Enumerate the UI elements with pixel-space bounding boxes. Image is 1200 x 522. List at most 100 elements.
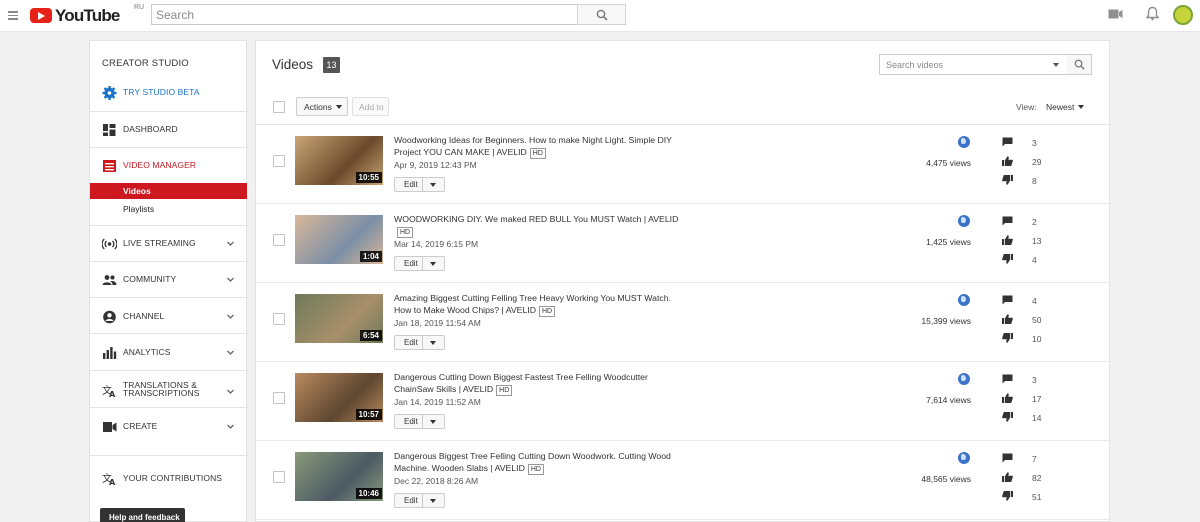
sidebar-item-label: TRANSLATIONS & TRANSCRIPTIONS: [123, 380, 200, 398]
video-views: 15,399 views: [921, 316, 971, 326]
dislikes-stat: 8: [1002, 175, 1062, 187]
help-and-feedback-button[interactable]: Help and feedback: [100, 508, 185, 522]
sidebar-item-video-manager[interactable]: VIDEO MANAGER: [90, 155, 248, 177]
sidebar-item-channel[interactable]: CHANNEL: [90, 306, 248, 328]
comments-stat[interactable]: 3: [1002, 137, 1062, 149]
video-row: 10:57 Dangerous Cutting Down Biggest Fast…: [256, 362, 1111, 441]
video-thumbnail[interactable]: 10:46: [295, 452, 383, 501]
video-row: 10:46 Dangerous Biggest Tree Felling Cutt…: [256, 441, 1111, 520]
top-bar: YouTube RU Search: [0, 0, 1200, 32]
divider: [90, 111, 248, 112]
video-thumbnail[interactable]: 10:57: [295, 373, 383, 422]
avatar[interactable]: [1173, 5, 1193, 25]
chevron-down-icon[interactable]: [227, 240, 234, 247]
hd-badge: HD: [496, 385, 513, 396]
hd-badge: HD: [397, 227, 414, 238]
video-thumbnail[interactable]: 10:55: [295, 136, 383, 185]
sidebar-subitem-label: Playlists: [123, 204, 155, 214]
video-checkbox[interactable]: [273, 234, 285, 246]
video-manager-panel: Videos 13 Search videos Actions Add to V…: [255, 40, 1111, 522]
actions-dropdown[interactable]: Actions: [296, 97, 348, 116]
sidebar-item-analytics[interactable]: ANALYTICS: [90, 342, 248, 364]
video-thumbnail[interactable]: 1:04: [295, 215, 383, 264]
hd-badge: HD: [538, 306, 556, 317]
create-icon: [103, 422, 117, 432]
comment-count: 3: [1032, 138, 1037, 148]
dislike-count: 4: [1032, 255, 1037, 265]
sidebar-item-community[interactable]: COMMUNITY: [90, 269, 248, 291]
comments-stat[interactable]: 3: [1002, 374, 1062, 386]
add-to-button: Add to: [352, 97, 389, 116]
chevron-down-icon[interactable]: [227, 423, 234, 430]
notifications-icon[interactable]: [1146, 6, 1159, 21]
video-checkbox[interactable]: [273, 155, 285, 167]
logo-region: RU: [134, 4, 145, 11]
search-videos-button[interactable]: [1067, 54, 1092, 75]
edit-button[interactable]: Edit: [394, 335, 445, 350]
search-button[interactable]: [577, 4, 626, 25]
sidebar-item-your-contributions[interactable]: 文A YOUR CONTRIBUTIONS: [90, 468, 248, 490]
video-views: 1,425 views: [926, 237, 971, 247]
divider: [90, 147, 248, 148]
menu-icon[interactable]: [8, 11, 18, 20]
sort-dropdown[interactable]: Newest: [1046, 102, 1085, 112]
comments-stat[interactable]: 4: [1002, 295, 1062, 307]
sidebar-subitem-playlists[interactable]: Playlists: [90, 201, 247, 217]
video-duration: 10:46: [355, 488, 382, 499]
divider: [90, 261, 248, 262]
caret-down-icon[interactable]: [430, 341, 436, 345]
video-checkbox[interactable]: [273, 471, 285, 483]
chevron-down-icon[interactable]: [227, 349, 234, 356]
chevron-down-icon[interactable]: [227, 388, 234, 395]
edit-button[interactable]: Edit: [394, 414, 445, 429]
comment-count: 7: [1032, 454, 1037, 464]
caret-down-icon[interactable]: [430, 262, 436, 266]
video-duration: 1:04: [359, 251, 382, 262]
select-all-checkbox[interactable]: [273, 101, 285, 113]
edit-button[interactable]: Edit: [394, 177, 445, 192]
sidebar-item-dashboard[interactable]: DASHBOARD: [90, 119, 248, 141]
sidebar-subitem-videos[interactable]: Videos: [90, 183, 247, 199]
sidebar-item-try-studio-beta[interactable]: TRY STUDIO BETA: [90, 82, 248, 104]
video-title: WOODWORKING DIY. We maked RED BULL You M…: [394, 214, 679, 224]
video-date: Mar 14, 2019 6:15 PM: [394, 239, 479, 249]
dislikes-stat: 4: [1002, 254, 1062, 266]
video-title-link[interactable]: Amazing Biggest Cutting Felling Tree Hea…: [394, 292, 684, 317]
sidebar-item-create[interactable]: CREATE: [90, 416, 248, 438]
video-checkbox[interactable]: [273, 392, 285, 404]
video-title: Amazing Biggest Cutting Felling Tree Hea…: [394, 293, 671, 315]
video-title-link[interactable]: Dangerous Cutting Down Biggest Fastest T…: [394, 371, 684, 396]
like-count: 29: [1032, 157, 1042, 167]
video-title-link[interactable]: Woodworking Ideas for Beginners. How to …: [394, 134, 684, 159]
chevron-down-icon[interactable]: [227, 276, 234, 283]
comments-stat[interactable]: 7: [1002, 453, 1062, 465]
sidebar-item-label: DASHBOARD: [123, 124, 178, 134]
search-options-caret-icon[interactable]: [1053, 63, 1059, 67]
caret-down-icon: [1078, 105, 1085, 109]
search-input[interactable]: Search: [151, 4, 578, 25]
chevron-down-icon[interactable]: [227, 313, 234, 320]
dislike-count: 8: [1032, 176, 1037, 186]
upload-video-icon[interactable]: [1108, 8, 1123, 20]
video-thumbnail[interactable]: 6:54: [295, 294, 383, 343]
likes-stat: 82: [1002, 472, 1062, 484]
video-checkbox[interactable]: [273, 313, 285, 325]
comments-stat[interactable]: 2: [1002, 216, 1062, 228]
video-title-link[interactable]: Dangerous Biggest Tree Felling Cutting D…: [394, 450, 684, 475]
comment-count: 3: [1032, 375, 1037, 385]
caret-down-icon[interactable]: [430, 420, 436, 424]
video-title-link[interactable]: WOODWORKING DIY. We maked RED BULL You M…: [394, 213, 684, 238]
divider: [90, 370, 248, 371]
public-globe-icon: [958, 373, 970, 385]
edit-button[interactable]: Edit: [394, 256, 445, 271]
edit-button[interactable]: Edit: [394, 493, 445, 508]
video-title: Dangerous Cutting Down Biggest Fastest T…: [394, 372, 648, 394]
sort-label: Newest: [1046, 102, 1075, 112]
sidebar-item-live-streaming[interactable]: LIVE STREAMING: [90, 233, 248, 255]
sidebar-item-translations[interactable]: 文A TRANSLATIONS & TRANSCRIPTIONS: [90, 378, 248, 406]
dislikes-stat: 10: [1002, 333, 1062, 345]
caret-down-icon[interactable]: [430, 499, 436, 503]
caret-down-icon[interactable]: [430, 183, 436, 187]
sidebar: CREATOR STUDIO TRY STUDIO BETA DASHBOARD…: [89, 40, 248, 522]
search-videos-input[interactable]: Search videos: [879, 54, 1069, 75]
